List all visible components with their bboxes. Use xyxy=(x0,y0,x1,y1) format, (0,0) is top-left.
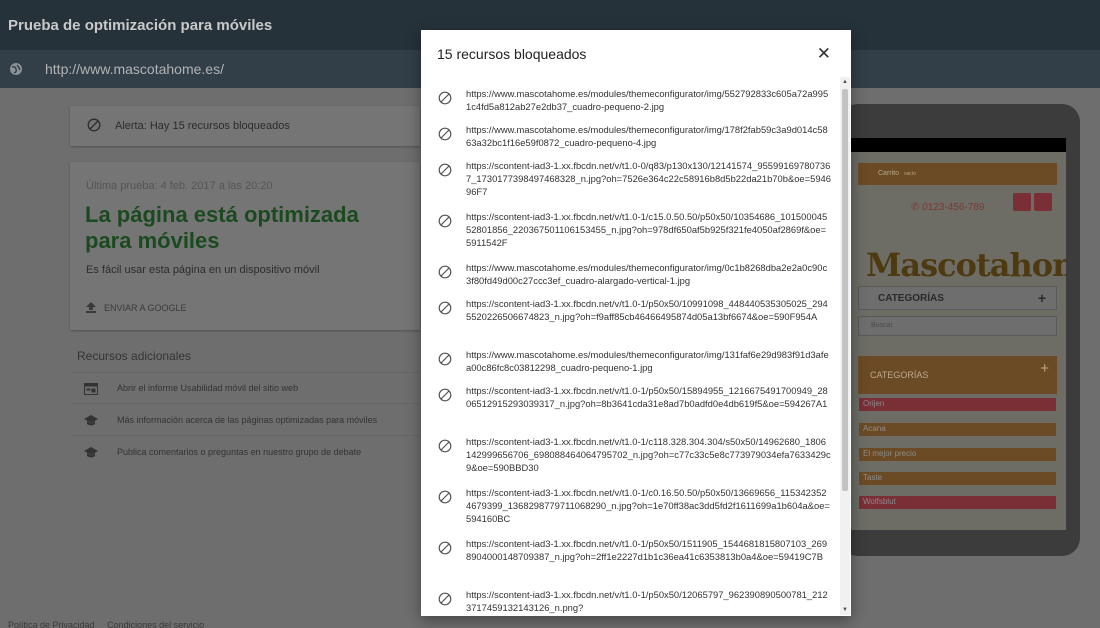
resource-label: Más información acerca de las páginas op… xyxy=(117,415,378,425)
block-icon xyxy=(438,439,452,453)
blocked-resources-alert[interactable]: Alerta: Hay 15 recursos bloqueados xyxy=(70,106,420,146)
footer-links: Política de Privacidad Condiciones del s… xyxy=(8,620,214,628)
categories-label: CATEGORÍAS xyxy=(878,293,944,304)
alert-text: Alerta: Hay 15 recursos bloqueados xyxy=(115,120,290,132)
result-subtext: Es fácil usar esta página en un disposit… xyxy=(86,264,320,276)
phone-number: ✆ 0123-456-789 xyxy=(911,202,985,213)
search-field: Buscar xyxy=(858,316,1057,336)
categories-block: CATEGORÍAS + xyxy=(858,356,1057,394)
blocked-resource-url: https://scontent-iad3-1.xx.fbcdn.net/v/t… xyxy=(466,589,828,613)
divider xyxy=(70,372,420,373)
categories-block-label: CATEGORÍAS xyxy=(870,370,929,380)
plus-icon: + xyxy=(1037,290,1046,306)
blocked-resource-url: https://scontent-iad3-1.xx.fbcdn.net/v/t… xyxy=(466,436,831,473)
resource-link-report[interactable]: Abrir el informe Usabilidad móvil del si… xyxy=(70,374,420,404)
block-icon xyxy=(438,592,452,606)
category-item: Acana xyxy=(859,423,1056,436)
tested-url[interactable]: http://www.mascotahome.es/ xyxy=(45,61,224,77)
globe-icon xyxy=(10,63,22,75)
close-icon[interactable]: ✕ xyxy=(817,45,831,62)
result-card: Última prueba: 4 feb. 2017 a las 20:20 L… xyxy=(70,162,420,330)
category-item: El mejor precio xyxy=(859,448,1056,461)
cart-state: vacío xyxy=(903,171,916,177)
dialog-scrollbar[interactable]: ▲ ▼ xyxy=(840,77,850,615)
resource-link-learn[interactable]: Más información acerca de las páginas op… xyxy=(70,406,420,436)
blocked-resource-url: https://scontent-iad3-1.xx.fbcdn.net/v/t… xyxy=(466,487,830,524)
block-icon xyxy=(438,163,452,177)
chat-icon xyxy=(1013,193,1031,211)
category-item: Orijen xyxy=(859,398,1056,411)
blocked-resource-url: https://scontent-iad3-1.xx.fbcdn.net/v/t… xyxy=(466,385,828,409)
block-icon xyxy=(438,265,452,279)
school-icon xyxy=(84,447,98,458)
resources-title: Recursos adicionales xyxy=(77,349,192,363)
school-icon xyxy=(84,415,98,426)
blocked-resources-dialog: 15 recursos bloqueados ✕ https://www.mas… xyxy=(421,30,851,616)
category-item: Taste xyxy=(859,472,1056,485)
cart-label: Carrito xyxy=(878,170,900,177)
categories-bar: CATEGORÍAS + xyxy=(858,286,1057,310)
upload-icon xyxy=(86,302,96,313)
terms-link[interactable]: Condiciones del servicio xyxy=(107,620,204,628)
blocked-resource-url: https://scontent-iad3-1.xx.fbcdn.net/v/t… xyxy=(466,160,831,197)
blocked-resource-url: https://scontent-iad3-1.xx.fbcdn.net/v/t… xyxy=(466,538,828,562)
resource-label: Publica comentarios o preguntas en nuest… xyxy=(117,447,362,457)
result-headline: La página está optimizada para móviles xyxy=(85,202,359,253)
block-icon xyxy=(438,541,452,555)
resource-link-forum[interactable]: Publica comentarios o preguntas en nuest… xyxy=(70,438,420,468)
block-icon xyxy=(87,118,101,132)
scroll-down-arrow[interactable]: ▼ xyxy=(842,607,848,613)
plus-icon: + xyxy=(1040,360,1049,377)
dialog-title: 15 recursos bloqueados xyxy=(437,46,587,62)
block-icon xyxy=(438,214,452,228)
user-icon xyxy=(1034,193,1052,211)
block-icon xyxy=(438,388,452,402)
last-test-date: Última prueba: 4 feb. 2017 a las 20:20 xyxy=(86,180,273,192)
privacy-link[interactable]: Política de Privacidad xyxy=(8,620,95,628)
block-icon xyxy=(438,127,452,141)
blocked-resource-url: https://www.mascotahome.es/modules/theme… xyxy=(466,88,829,112)
resource-label: Abrir el informe Usabilidad móvil del si… xyxy=(117,383,299,393)
scroll-up-arrow[interactable]: ▲ xyxy=(842,79,848,85)
report-icon xyxy=(84,383,98,395)
cart-bar: Carrito vacío xyxy=(858,163,1057,185)
blocked-resource-url: https://scontent-iad3-1.xx.fbcdn.net/v/t… xyxy=(466,211,828,248)
app-title: Prueba de optimización para móviles xyxy=(8,17,273,34)
blocked-resources-list: https://www.mascotahome.es/modules/theme… xyxy=(421,80,842,616)
blocked-resource-url: https://www.mascotahome.es/modules/theme… xyxy=(466,262,828,286)
send-to-google-button[interactable]: ENVIAR A GOOGLE xyxy=(86,302,187,313)
phone-status-bar xyxy=(851,138,1066,152)
block-icon xyxy=(438,91,452,105)
blocked-resource-url: https://scontent-iad3-1.xx.fbcdn.net/v/t… xyxy=(466,298,828,322)
blocked-resource-url: https://www.mascotahome.es/modules/theme… xyxy=(466,349,829,373)
block-icon xyxy=(438,301,452,315)
block-icon xyxy=(438,490,452,504)
block-icon xyxy=(438,352,452,366)
category-item: Wolfsblut xyxy=(859,496,1056,509)
phone-buttons xyxy=(1013,193,1052,211)
send-label: ENVIAR A GOOGLE xyxy=(104,302,187,313)
scrollbar-thumb[interactable] xyxy=(842,89,848,491)
blocked-resource-url: https://www.mascotahome.es/modules/theme… xyxy=(466,124,828,148)
phone-screen-preview: Carrito vacío ✆ 0123-456-789 Mascotahome… xyxy=(851,138,1066,530)
site-logo: Mascotahome xyxy=(866,246,1066,284)
